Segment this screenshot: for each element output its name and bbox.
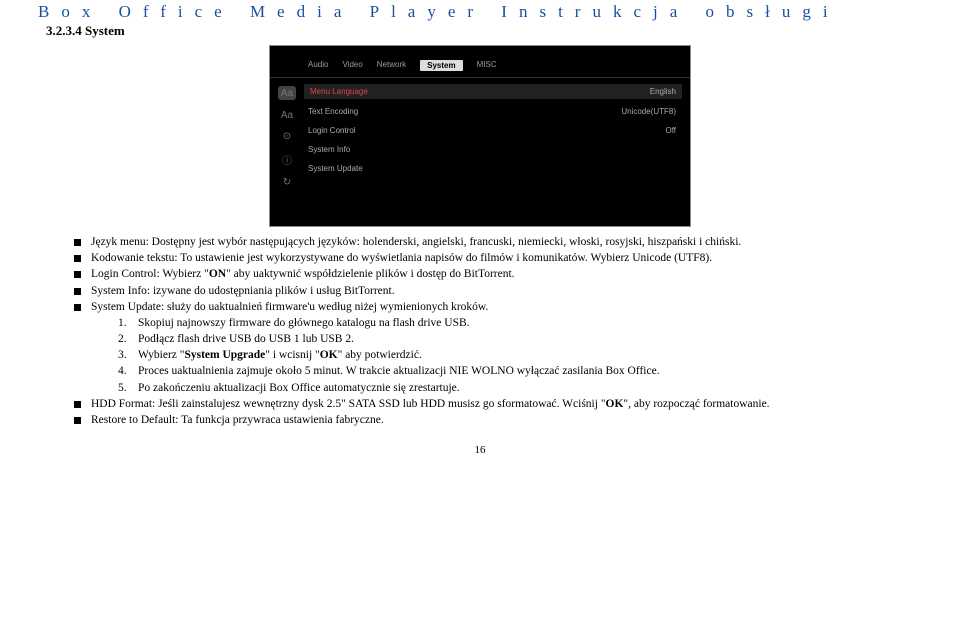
tab-network[interactable]: Network (377, 60, 406, 71)
row-menu-language[interactable]: Menu Language English (304, 84, 682, 99)
step-item: 3.Wybierz "System Upgrade" i wcisnij "OK… (118, 348, 912, 363)
bullet-text: Restore to Default: Ta funkcja przywraca… (91, 413, 912, 428)
bullet-item: Login Control: Wybierz "ON" aby uaktywni… (74, 267, 912, 282)
update-icon: ↻ (283, 177, 291, 188)
login-icon: ⊙ (283, 131, 291, 142)
embedded-screenshot: Audio Video Network System MISC Aa Aa ⊙ … (30, 45, 930, 227)
step-text: Podłącz flash drive USB do USB 1 lub USB… (138, 332, 354, 347)
step-text: Po zakończeniu aktualizacji Box Office a… (138, 381, 460, 396)
tab-system[interactable]: System (420, 60, 462, 71)
bullet-text: System Info: izywane do udostępniania pl… (91, 284, 912, 299)
row-text-encoding[interactable]: Text Encoding Unicode(UTF8) (308, 105, 676, 118)
bullet-icon (74, 271, 81, 278)
step-item: 2.Podłącz flash drive USB do USB 1 lub U… (118, 332, 912, 347)
bullet-icon (74, 304, 81, 311)
step-number: 3. (118, 348, 138, 363)
bullet-item: System Info: izywane do udostępniania pl… (74, 284, 912, 299)
step-text: Proces uaktualnienia zajmuje około 5 min… (138, 364, 660, 379)
row-value: Unicode(UTF8) (621, 107, 676, 116)
bullet-item: Język menu: Dostępny jest wybór następuj… (74, 235, 912, 250)
bullet-icon (74, 401, 81, 408)
row-label: System Info (308, 145, 350, 154)
row-label: Menu Language (310, 87, 368, 96)
row-label: Login Control (308, 126, 356, 135)
step-number: 2. (118, 332, 138, 347)
bullet-text: Login Control: Wybierz "ON" aby uaktywni… (91, 267, 912, 282)
step-number: 4. (118, 364, 138, 379)
info-icon: ⓘ (282, 152, 292, 167)
row-login-control[interactable]: Login Control Off (308, 124, 676, 137)
row-system-update[interactable]: System Update (308, 162, 676, 175)
bullet-text: System Update: służy do uaktualnień firm… (91, 300, 912, 315)
bullet-item: Kodowanie tekstu: To ustawienie jest wyk… (74, 251, 912, 266)
bullet-text: HDD Format: Jeśli zainstalujesz wewnętrz… (91, 397, 912, 412)
step-number: 1. (118, 316, 138, 331)
bullet-text: Kodowanie tekstu: To ustawienie jest wyk… (91, 251, 912, 266)
step-item: 4.Proces uaktualnienia zajmuje około 5 m… (118, 364, 912, 379)
bullet-icon (74, 255, 81, 262)
bullet-item: HDD Format: Jeśli zainstalujesz wewnętrz… (74, 397, 912, 412)
step-item: 1.Skopiuj najnowszy firmware do głównego… (118, 316, 912, 331)
row-value: Off (665, 126, 676, 135)
step-number: 5. (118, 381, 138, 396)
bullet-text: Język menu: Dostępny jest wybór następuj… (91, 235, 912, 250)
tab-misc[interactable]: MISC (477, 60, 497, 71)
row-label: Text Encoding (308, 107, 358, 116)
row-label: System Update (308, 164, 363, 173)
page-number: 16 (30, 444, 930, 456)
step-text: Wybierz "System Upgrade" i wcisnij "OK" … (138, 348, 422, 363)
tab-video[interactable]: Video (342, 60, 362, 71)
settings-icons-column: Aa Aa ⊙ ⓘ ↻ (270, 78, 304, 226)
step-item: 5.Po zakończeniu aktualizacji Box Office… (118, 381, 912, 396)
bullet-icon (74, 239, 81, 246)
encoding-icon: Aa (281, 110, 293, 121)
tab-audio[interactable]: Audio (308, 60, 328, 71)
step-text: Skopiuj najnowszy firmware do głównego k… (138, 316, 470, 331)
section-title: 3.2.3.4 System (46, 23, 930, 39)
bullet-item: Restore to Default: Ta funkcja przywraca… (74, 413, 912, 428)
bullet-item: System Update: służy do uaktualnień firm… (74, 300, 912, 315)
row-value: English (650, 87, 676, 96)
bullet-icon (74, 288, 81, 295)
settings-tabs: Audio Video Network System MISC (270, 46, 690, 78)
row-system-info[interactable]: System Info (308, 143, 676, 156)
page-header: Box Office Media Player Instrukcja obsłu… (30, 0, 930, 22)
bullet-icon (74, 417, 81, 424)
lang-icon: Aa (278, 86, 296, 100)
